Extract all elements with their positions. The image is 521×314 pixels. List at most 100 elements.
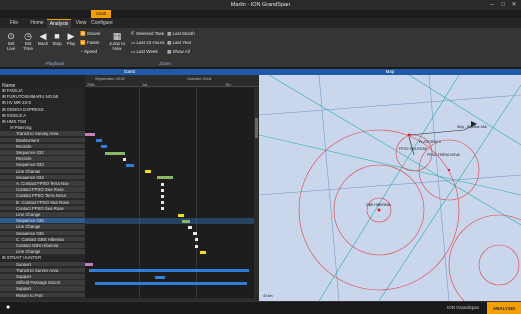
gantt-bar[interactable]	[161, 188, 164, 192]
task-row[interactable]: Oilfield Passage Escort	[0, 280, 85, 286]
tab-file[interactable]: File	[6, 19, 22, 28]
user-icon[interactable]: ●	[6, 304, 10, 311]
task-row[interactable]: Line Change	[0, 168, 85, 175]
jump-to-now-button[interactable]: ▦ Jump to Now	[108, 31, 126, 51]
map-grid-line	[259, 94, 521, 116]
task-row[interactable]: Transit to Survey Area	[0, 131, 85, 137]
contextual-tab-gantt[interactable]: Gantt	[91, 10, 111, 18]
gantt-bar[interactable]	[195, 238, 198, 242]
task-row[interactable]: Support	[0, 286, 85, 292]
task-row[interactable]: Recircle	[0, 156, 85, 162]
set-live-button[interactable]: ⊙ Set Live	[4, 31, 18, 51]
task-label: Line Change	[16, 168, 41, 174]
gantt-bar[interactable]	[123, 157, 126, 161]
task-row[interactable]: ⊞ SIGELE A	[0, 113, 85, 119]
task-label: HV MR-23-S	[6, 100, 32, 106]
show-all-button[interactable]: ▦ Show All	[167, 49, 190, 55]
last-year-button[interactable]: ▦ Last Year	[167, 40, 191, 46]
play-icon: ▶	[67, 31, 75, 41]
map-canvas[interactable]: Ship - Pipeline 16A FPSO SEA ROSE FPSO T…	[259, 75, 521, 301]
gantt-bar[interactable]	[105, 151, 125, 155]
task-row[interactable]: Sequence 033	[0, 162, 85, 168]
gantt-bar[interactable]	[193, 232, 197, 236]
task-row[interactable]: C. Contact GBS Hibernia	[0, 236, 85, 243]
gantt-bar[interactable]	[161, 207, 164, 211]
task-row[interactable]: Line Change	[0, 212, 85, 218]
task-row[interactable]: B. Contact FPSO Sea Rose	[0, 199, 85, 206]
close-icon[interactable]: ✕	[509, 1, 519, 9]
back-button[interactable]: ◀ Back	[37, 31, 49, 46]
clock-icon: ◷	[24, 31, 32, 41]
minimize-icon[interactable]: –	[487, 1, 497, 9]
maximize-icon[interactable]: □	[498, 1, 508, 9]
task-row[interactable]: Contact FPSO Terra Nova	[0, 193, 85, 199]
task-row[interactable]: ⊞ HV MR-23-S	[0, 100, 85, 106]
scrollbar-thumb[interactable]	[255, 118, 258, 138]
speed-button[interactable]: ◔ Speed	[80, 49, 97, 54]
gantt-bar[interactable]	[145, 170, 151, 174]
task-row[interactable]: Transit to Survey Area	[0, 267, 85, 274]
slower-button[interactable]: ⏪ Slower	[80, 31, 101, 37]
last-month-button[interactable]: ▦ Last Month	[167, 31, 195, 37]
gantt-bar[interactable]	[161, 194, 164, 198]
play-label: Play	[66, 41, 76, 46]
gantt-bar[interactable]	[85, 132, 95, 136]
gantt-bar[interactable]	[195, 244, 198, 248]
task-row[interactable]: Sequence 035	[0, 218, 85, 224]
gantt-bar[interactable]	[85, 263, 93, 267]
gantt-bar[interactable]	[126, 163, 134, 167]
set-time-button[interactable]: ◷ Set Time	[21, 31, 35, 51]
task-label: Support	[16, 274, 32, 279]
task-row[interactable]: ⊞ FADILIA	[0, 88, 85, 94]
gantt-bar[interactable]	[96, 139, 102, 143]
task-row[interactable]: A. Contact FPSO Terra Nov	[0, 181, 85, 187]
map-pane[interactable]: Map Ship - Pipeline 16A FPSO SEA ROSE FP…	[259, 69, 521, 301]
task-label: Transit to Survey Area	[16, 131, 59, 137]
playback-group-label: Playback	[45, 61, 65, 66]
gantt-bar[interactable]	[178, 213, 184, 217]
gantt-bar[interactable]	[157, 176, 173, 180]
task-row[interactable]: ⊞ FURUTOSHIMARU NO.58	[0, 94, 85, 100]
task-row[interactable]: ⊞ HMS TM3	[0, 119, 85, 125]
task-row[interactable]: ⊞ STRAIT HUNTER	[0, 255, 85, 261]
task-row[interactable]: Line Change	[0, 249, 85, 255]
gantt-bar[interactable]	[101, 145, 107, 149]
gantt-timeline[interactable]	[85, 88, 254, 299]
calendar-icon: ▦	[112, 31, 122, 41]
gantt-bar[interactable]	[200, 250, 206, 254]
task-row[interactable]: Deployment	[0, 137, 85, 144]
gantt-bar[interactable]	[155, 275, 165, 279]
task-row[interactable]: Contact GBS Hibernia	[0, 243, 85, 249]
tab-analysis[interactable]: Analysis	[47, 19, 71, 28]
task-row[interactable]: ⊟ Planning	[0, 125, 85, 131]
task-row[interactable]: Line Change	[0, 224, 85, 230]
task-row[interactable]: Support	[0, 274, 85, 280]
play-button[interactable]: ▶ Play	[65, 31, 77, 46]
task-row[interactable]: Recircle	[0, 143, 85, 150]
gantt-bar[interactable]	[89, 269, 249, 273]
selected-task-button[interactable]: ⇱ Selected Task	[131, 31, 164, 37]
task-row[interactable]: Contact FPSO Sea Rose	[0, 205, 85, 212]
stop-button[interactable]: ■ Stop	[51, 31, 63, 46]
map-label: FPSO SEA ROSE	[399, 147, 428, 151]
last-week-button[interactable]: ▭ Last Week	[131, 49, 158, 55]
faster-button[interactable]: ⏩ Faster	[80, 40, 100, 46]
jump-to-now-label: Jump to Now	[108, 41, 125, 51]
tab-view[interactable]: View	[72, 19, 90, 28]
task-row[interactable]: Sequence 034	[0, 174, 85, 181]
task-label: A. Contact FPSO Terra Nov	[16, 181, 69, 186]
last-24-hours-button[interactable]: ▭ Last 24 Hours	[131, 40, 165, 46]
tab-configure[interactable]: Configure	[90, 19, 114, 28]
gantt-bar[interactable]	[161, 201, 164, 205]
gantt-bar[interactable]	[161, 182, 164, 186]
tab-home[interactable]: Home	[27, 19, 47, 28]
task-row[interactable]: Support	[0, 261, 85, 268]
task-label: Line Change	[16, 249, 41, 255]
task-row[interactable]: Contact FPSO Sea Rose	[0, 187, 85, 193]
gantt-bar[interactable]	[188, 225, 192, 229]
task-row[interactable]: Sequence 036	[0, 230, 85, 237]
gantt-bar[interactable]	[95, 281, 247, 285]
task-row[interactable]: Sequence 032	[0, 150, 85, 156]
task-row[interactable]: ⊞ GENOA EXPRESS	[0, 107, 85, 113]
gantt-bar[interactable]	[182, 219, 190, 223]
